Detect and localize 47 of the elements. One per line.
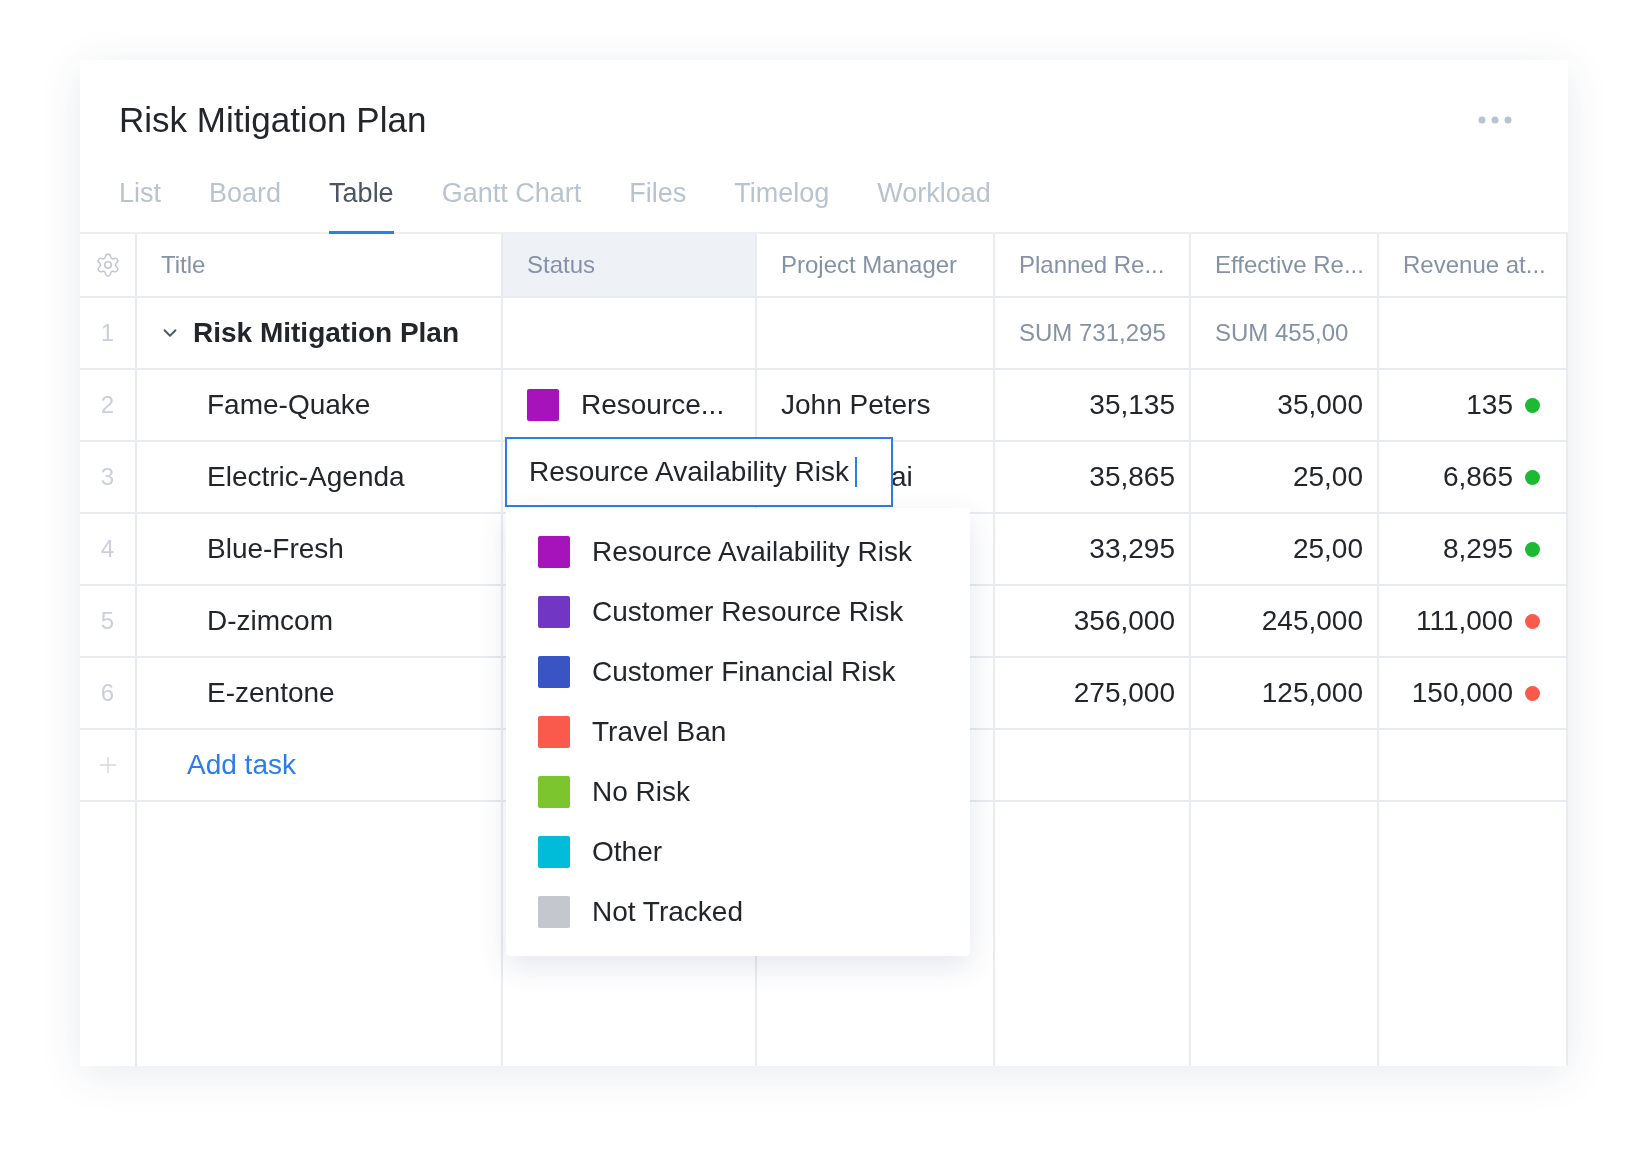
effective-value: 125,000 <box>1261 677 1364 709</box>
status-option[interactable]: Customer Financial Risk <box>506 642 970 702</box>
settings-icon <box>94 252 121 278</box>
manager-name: ai <box>891 461 913 493</box>
group-title: Risk Mitigation Plan <box>193 317 460 349</box>
effective-value: 35,000 <box>1277 389 1364 421</box>
view-tab[interactable]: Files <box>629 178 687 234</box>
view-tab[interactable]: Gantt Chart <box>441 178 582 234</box>
status-option[interactable]: Other <box>506 822 970 882</box>
status-option[interactable]: No Risk <box>506 762 970 822</box>
task-title: D-zimcom <box>206 605 333 637</box>
effective-value: 25,00 <box>1292 533 1364 565</box>
revenue-value: 6,865 <box>1442 461 1513 493</box>
status-option[interactable]: Travel Ban <box>506 702 970 762</box>
effective-value: 25,00 <box>1292 461 1364 493</box>
status-option[interactable]: Resource Availability Risk <box>506 522 970 582</box>
status-option[interactable]: Customer Resource Risk <box>506 582 970 642</box>
manager-name: John Peters <box>781 389 931 421</box>
view-tab[interactable]: Workload <box>877 178 991 234</box>
sum-value: SUM 455,00 <box>1214 319 1349 347</box>
view-tab[interactable]: Timelog <box>734 178 830 234</box>
view-tab[interactable]: Board <box>209 178 282 234</box>
page-title: Risk Mitigation Plan <box>119 100 427 140</box>
planned-value: 35,135 <box>1089 389 1176 421</box>
revenue-value: 150,000 <box>1411 677 1513 709</box>
status-label: Resource... <box>581 389 725 421</box>
status-input[interactable]: Resource Availability Risk <box>505 437 893 507</box>
input-value: Resource Availability Risk <box>529 456 850 488</box>
sum-value: SUM 731,295 <box>1018 319 1166 347</box>
more-icon[interactable] <box>1478 116 1512 124</box>
planned-value: 356,000 <box>1073 605 1176 637</box>
revenue-value: 135 <box>1466 389 1513 421</box>
planned-value: 275,000 <box>1073 677 1176 709</box>
revenue-value: 111,000 <box>1415 605 1513 637</box>
add-task-link[interactable]: Add task <box>137 749 296 781</box>
task-title: Blue-Fresh <box>206 533 344 565</box>
planned-value: 35,865 <box>1089 461 1176 493</box>
task-title: Fame-Quake <box>206 389 371 421</box>
text-cursor <box>855 457 858 487</box>
planned-value: 33,295 <box>1089 533 1176 565</box>
task-title: E-zentone <box>206 677 335 709</box>
task-title: Electric-Agenda <box>206 461 405 493</box>
effective-value: 245,000 <box>1261 605 1364 637</box>
column-header[interactable]: Status <box>503 234 757 296</box>
view-tab[interactable]: List <box>119 178 162 234</box>
revenue-value: 8,295 <box>1442 533 1513 565</box>
status-option[interactable]: Not Tracked <box>506 882 970 942</box>
